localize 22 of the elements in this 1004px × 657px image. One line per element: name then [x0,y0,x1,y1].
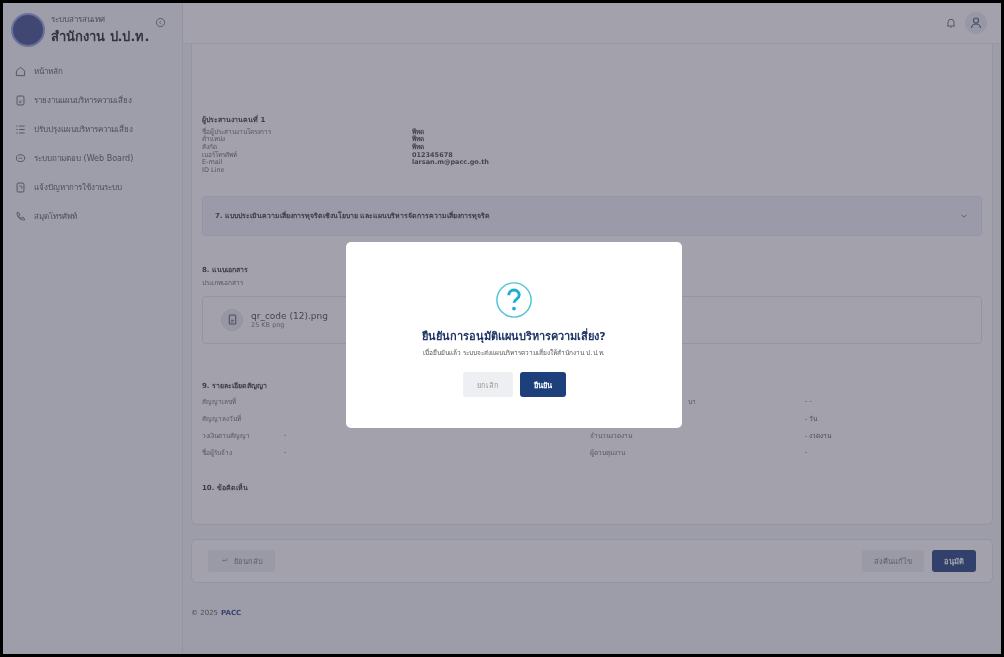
sidebar-item[interactable]: ปรับปรุงแผนบริหารความเสี่ยง [11,117,174,142]
office-title: สำนักงาน ป.ป.ท. [51,28,150,46]
sidebar-item[interactable]: แจ้งปัญหาการใช้งานระบบ [11,175,174,200]
list-icon [15,124,26,135]
dialog-title: ยืนยันการอนุมัติแผนบริหารความเสี่ยง? [422,327,606,345]
file-name: qr_code (12).png [251,310,328,321]
document-icon [15,182,26,193]
home-icon [15,66,26,77]
user-icon [968,15,984,31]
phone-icon [15,211,26,222]
user-avatar[interactable] [965,12,987,34]
sidebar-item[interactable]: สมุดโทรศัพท์ [11,204,174,229]
bell-icon [945,17,957,29]
document-icon [15,95,26,106]
logo-emblem [11,13,45,47]
collapse-icon [155,17,167,28]
question-icon [495,281,533,319]
sidebar-item[interactable]: หน้าหลัก [11,59,174,84]
chat-icon [15,153,26,164]
system-subtitle: ระบบสารสนเทศ [51,14,106,26]
sidebar-item[interactable]: ระบบถามตอบ (Web Board) [11,146,174,171]
sidebar-item[interactable]: รายงานแผนบริหารความเสี่ยง [11,88,174,113]
